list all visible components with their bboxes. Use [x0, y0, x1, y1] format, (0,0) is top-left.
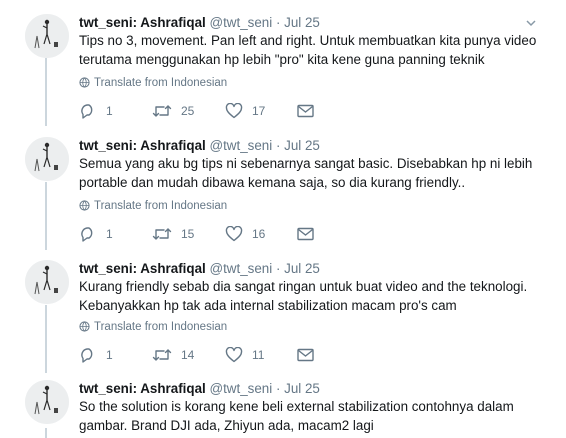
reply-button[interactable]: 1 [79, 102, 113, 120]
like-count: 11 [252, 348, 265, 362]
dm-button[interactable] [297, 346, 314, 364]
author-name[interactable]: twt_seni: Ashrafiqal [79, 15, 206, 30]
like-count: 16 [252, 227, 266, 241]
globe-icon [79, 321, 90, 336]
tweet-header: twt_seni: Ashrafiqal @twt_seni · Jul 25 [79, 380, 320, 397]
retweet-icon [152, 349, 172, 361]
tweet-text-line: Kebanyakkan hp tak ada internal stabiliz… [79, 298, 457, 313]
tweet-text-line: portable dan mudah dibawa kemana saja, s… [79, 175, 466, 190]
retweet-count: 25 [181, 104, 195, 118]
separator: · [275, 138, 281, 153]
separator: · [275, 261, 281, 276]
tweet-header: twt_seni: Ashrafiqal @twt_seni · Jul 25 [79, 14, 320, 31]
retweet-button[interactable]: 25 [152, 102, 194, 120]
separator: · [275, 15, 281, 30]
globe-icon [79, 77, 90, 92]
reply-icon [81, 227, 93, 242]
tweet[interactable]: twt_seni: Ashrafiqal @twt_seni · Jul 25 … [0, 260, 566, 370]
like-count: 17 [252, 104, 266, 118]
author-handle[interactable]: @twt_seni [209, 138, 272, 153]
timestamp[interactable]: Jul 25 [284, 261, 320, 276]
tweet-header: twt_seni: Ashrafiqal @twt_seni · Jul 25 [79, 137, 320, 154]
retweet-count: 15 [181, 227, 195, 241]
author-handle[interactable]: @twt_seni [209, 261, 272, 276]
author-name[interactable]: twt_seni: Ashrafiqal [79, 261, 206, 276]
tweet-text-line: terutama menggunakan hp lebih "pro" kita… [79, 52, 485, 67]
dm-icon [297, 348, 314, 362]
timeline: twt_seni: Ashrafiqal @twt_seni · Jul 25 … [0, 0, 566, 438]
like-icon [225, 226, 243, 242]
globe-icon [79, 200, 90, 215]
author-name[interactable]: twt_seni: Ashrafiqal [79, 381, 206, 396]
tweet-header: twt_seni: Ashrafiqal @twt_seni · Jul 25 [79, 260, 320, 277]
tweet[interactable]: twt_seni: Ashrafiqal @twt_seni · Jul 25 … [0, 137, 566, 247]
like-button[interactable]: 16 [225, 225, 265, 243]
tweet[interactable]: twt_seni: Ashrafiqal @twt_seni · Jul 25 … [0, 14, 566, 124]
translate-label: Translate from Indonesian [94, 77, 228, 89]
tweet-text: So the solution is korang kene beli exte… [79, 397, 544, 435]
reply-button[interactable]: 1 [79, 225, 113, 243]
retweet-icon [152, 105, 172, 117]
reply-count: 1 [106, 348, 113, 362]
tweet-text: Kurang friendly sebab dia sangat ringan … [79, 277, 544, 315]
like-icon [225, 103, 243, 119]
separator: · [275, 381, 281, 396]
retweet-button[interactable]: 15 [152, 225, 194, 243]
avatar[interactable] [25, 137, 69, 181]
tweet-actions: 1 15 16 [79, 225, 319, 243]
reply-icon [81, 348, 93, 363]
translate-link[interactable]: Translate from Indonesian [79, 320, 227, 336]
tweet-text-line: Semua yang aku bg tips ni sebenarnya san… [79, 156, 533, 171]
dm-icon [297, 227, 314, 241]
avatar[interactable] [25, 260, 69, 304]
avatar[interactable] [25, 14, 69, 58]
tweet-text-line: Tips no 3, movement. Pan left and right.… [79, 33, 537, 48]
translate-label: Translate from Indonesian [94, 321, 228, 333]
tweet-text-line: gambar. Brand DJI ada, Zhiyun ada, macam… [79, 418, 374, 433]
reply-icon [81, 104, 93, 119]
reply-count: 1 [106, 227, 113, 241]
like-button[interactable]: 11 [225, 346, 264, 364]
author-handle[interactable]: @twt_seni [209, 381, 272, 396]
tweet-actions: 1 14 11 [79, 346, 319, 364]
timestamp[interactable]: Jul 25 [284, 138, 320, 153]
tweet-text: Tips no 3, movement. Pan left and right.… [79, 31, 544, 69]
tweet-text: Semua yang aku bg tips ni sebenarnya san… [79, 154, 544, 192]
timestamp[interactable]: Jul 25 [284, 381, 320, 396]
like-button[interactable]: 17 [225, 102, 265, 120]
caret-down-icon[interactable] [524, 16, 538, 30]
retweet-button[interactable]: 14 [152, 346, 194, 364]
reply-button[interactable]: 1 [79, 346, 113, 364]
tweet-text-line: So the solution is korang kene beli exte… [79, 399, 514, 414]
dm-button[interactable] [297, 102, 314, 120]
author-handle[interactable]: @twt_seni [209, 15, 272, 30]
tweet[interactable]: twt_seni: Ashrafiqal @twt_seni · Jul 25 … [0, 380, 566, 438]
avatar[interactable] [25, 380, 69, 424]
translate-label: Translate from Indonesian [94, 200, 228, 212]
reply-count: 1 [106, 104, 113, 118]
author-name[interactable]: twt_seni: Ashrafiqal [79, 138, 206, 153]
translate-link[interactable]: Translate from Indonesian [79, 76, 227, 92]
retweet-icon [152, 228, 172, 240]
tweet-text-line: Kurang friendly sebab dia sangat ringan … [79, 279, 528, 294]
translate-link[interactable]: Translate from Indonesian [79, 199, 227, 215]
dm-icon [297, 104, 314, 118]
like-icon [225, 347, 243, 363]
tweet-actions: 1 25 17 [79, 102, 319, 120]
retweet-count: 14 [181, 348, 195, 362]
timestamp[interactable]: Jul 25 [284, 15, 320, 30]
dm-button[interactable] [297, 225, 314, 243]
